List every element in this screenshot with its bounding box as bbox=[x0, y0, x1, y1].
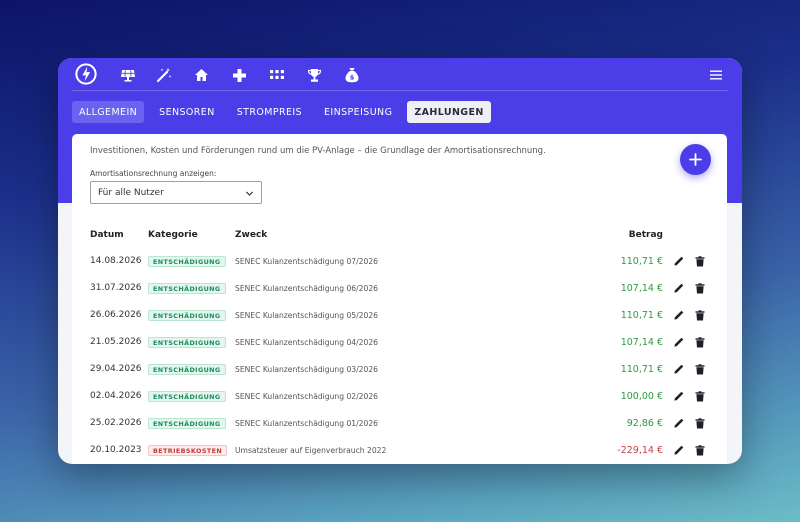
payment-date: 31.07.2026 bbox=[90, 283, 142, 293]
payment-date: 29.04.2026 bbox=[90, 364, 142, 374]
amortization-user-select[interactable]: Für alle Nutzer bbox=[90, 181, 262, 204]
top-navigation: $ bbox=[58, 58, 742, 92]
payment-date: 02.04.2026 bbox=[90, 391, 142, 401]
payments-card: Investitionen, Kosten und Förderungen ru… bbox=[72, 134, 727, 464]
tab-einspeisung[interactable]: EINSPEISUNG bbox=[317, 101, 399, 123]
edit-icon[interactable] bbox=[673, 391, 684, 402]
edit-icon[interactable] bbox=[673, 445, 684, 456]
edit-icon[interactable] bbox=[673, 256, 684, 267]
menu-icon[interactable] bbox=[708, 67, 724, 83]
column-header-amount: Betrag bbox=[628, 230, 663, 240]
payment-purpose: SENEC Kulanzentschädigung 05/2026 bbox=[235, 311, 379, 320]
category-badge: ENTSCHÄDIGUNG bbox=[148, 256, 226, 267]
delete-icon[interactable] bbox=[695, 391, 705, 402]
delete-icon[interactable] bbox=[695, 310, 705, 321]
home-icon[interactable] bbox=[191, 65, 211, 85]
solar-panel-icon[interactable] bbox=[118, 65, 138, 85]
payment-purpose: SENEC Kulanzentschädigung 04/2026 bbox=[235, 338, 379, 347]
column-header-category: Kategorie bbox=[148, 230, 198, 240]
column-header-purpose: Zweck bbox=[235, 230, 268, 240]
edit-icon[interactable] bbox=[673, 418, 684, 429]
table-row: 29.04.2026 ENTSCHÄDIGUNG SENEC Kulanzentsc… bbox=[72, 356, 727, 383]
logo-icon[interactable] bbox=[75, 63, 97, 85]
tab-bar: ALLGEMEIN SENSOREN STROMPREIS EINSPEISUN… bbox=[72, 101, 491, 123]
delete-icon[interactable] bbox=[695, 445, 705, 456]
delete-icon[interactable] bbox=[695, 364, 705, 375]
table-row: 25.02.2026 ENTSCHÄDIGUNG SENEC Kulanzentsc… bbox=[72, 410, 727, 437]
table-row: 14.08.2026 ENTSCHÄDIGUNG SENEC Kulanzentsc… bbox=[72, 248, 727, 275]
tab-strompreis[interactable]: STROMPREIS bbox=[230, 101, 309, 123]
magic-wand-icon[interactable] bbox=[154, 65, 174, 85]
table-header: Datum Kategorie Zweck Betrag bbox=[72, 230, 727, 244]
payment-amount: 92,86 € bbox=[626, 418, 663, 429]
payment-amount: 110,71 € bbox=[620, 310, 663, 321]
edit-icon[interactable] bbox=[673, 283, 684, 294]
category-badge: ENTSCHÄDIGUNG bbox=[148, 364, 226, 375]
payment-purpose: SENEC Kulanzentschädigung 02/2026 bbox=[235, 392, 379, 401]
amortization-select-value: Für alle Nutzer bbox=[98, 187, 164, 198]
plus-icon bbox=[689, 153, 702, 166]
svg-text:$: $ bbox=[350, 74, 355, 82]
table-row: 21.05.2026 ENTSCHÄDIGUNG SENEC Kulanzentsc… bbox=[72, 329, 727, 356]
tab-zahlungen[interactable]: ZAHLUNGEN bbox=[407, 101, 491, 123]
category-badge: ENTSCHÄDIGUNG bbox=[148, 418, 226, 429]
category-badge: BETRIEBSKOSTEN bbox=[148, 445, 228, 456]
column-header-date: Datum bbox=[90, 230, 124, 240]
category-badge: ENTSCHÄDIGUNG bbox=[148, 391, 226, 402]
payment-date: 25.02.2026 bbox=[90, 418, 142, 428]
payment-amount: 107,14 € bbox=[620, 283, 663, 294]
payment-purpose: SENEC Kulanzentschädigung 03/2026 bbox=[235, 365, 379, 374]
payment-date: 20.10.2023 bbox=[90, 445, 142, 455]
header-divider bbox=[72, 90, 728, 91]
payment-purpose: SENEC Kulanzentschädigung 07/2026 bbox=[235, 257, 379, 266]
delete-icon[interactable] bbox=[695, 256, 705, 267]
table-row: 26.06.2026 ENTSCHÄDIGUNG SENEC Kulanzentsc… bbox=[72, 302, 727, 329]
trophy-icon[interactable] bbox=[304, 65, 324, 85]
category-badge: ENTSCHÄDIGUNG bbox=[148, 310, 226, 321]
tab-sensoren[interactable]: SENSOREN bbox=[152, 101, 222, 123]
payment-date: 21.05.2026 bbox=[90, 337, 142, 347]
add-payment-button[interactable] bbox=[680, 144, 711, 175]
app-window: $ ALLGEMEIN SENSOREN STROMPREIS EINSPEIS… bbox=[58, 58, 742, 464]
payment-purpose: Umsatzsteuer auf Eigenverbrauch 2022 bbox=[235, 446, 387, 455]
payment-date: 14.08.2026 bbox=[90, 256, 142, 266]
payment-amount: -229,14 € bbox=[617, 445, 663, 456]
grid-icon[interactable] bbox=[267, 65, 287, 85]
tab-allgemein[interactable]: ALLGEMEIN bbox=[72, 101, 145, 123]
table-row: 02.04.2026 ENTSCHÄDIGUNG SENEC Kulanzentsc… bbox=[72, 383, 727, 410]
payment-amount: 110,71 € bbox=[620, 364, 663, 375]
edit-icon[interactable] bbox=[673, 337, 684, 348]
payment-purpose: SENEC Kulanzentschädigung 01/2026 bbox=[235, 419, 379, 428]
payment-amount: 110,71 € bbox=[620, 256, 663, 267]
edit-icon[interactable] bbox=[673, 364, 684, 375]
card-description: Investitionen, Kosten und Förderungen ru… bbox=[90, 146, 546, 156]
chevron-down-icon bbox=[245, 191, 254, 196]
table-row: 20.10.2023 BETRIEBSKOSTEN Umsatzsteuer auf… bbox=[72, 437, 727, 464]
payment-date: 26.06.2026 bbox=[90, 310, 142, 320]
payment-amount: 107,14 € bbox=[620, 337, 663, 348]
table-row: 31.07.2026 ENTSCHÄDIGUNG SENEC Kulanzentsc… bbox=[72, 275, 727, 302]
delete-icon[interactable] bbox=[695, 337, 705, 348]
payment-amount: 100,00 € bbox=[620, 391, 663, 402]
amortization-select-label: Amortisationsrechnung anzeigen: bbox=[90, 169, 217, 178]
category-badge: ENTSCHÄDIGUNG bbox=[148, 283, 226, 294]
edit-icon[interactable] bbox=[673, 310, 684, 321]
delete-icon[interactable] bbox=[695, 283, 705, 294]
plus-cross-icon[interactable] bbox=[229, 65, 249, 85]
category-badge: ENTSCHÄDIGUNG bbox=[148, 337, 226, 348]
money-bag-icon[interactable]: $ bbox=[342, 65, 362, 85]
payment-purpose: SENEC Kulanzentschädigung 06/2026 bbox=[235, 284, 379, 293]
delete-icon[interactable] bbox=[695, 418, 705, 429]
